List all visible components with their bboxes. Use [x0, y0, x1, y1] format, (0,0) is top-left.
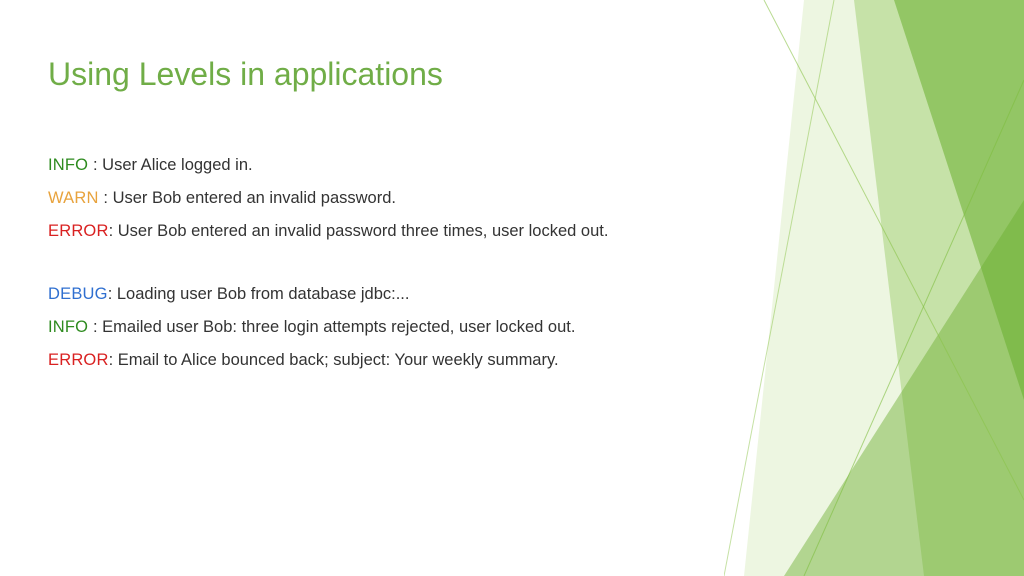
log-line: ERROR: Email to Alice bounced back; subj… — [48, 344, 964, 377]
log-line: DEBUG: Loading user Bob from database jd… — [48, 278, 964, 311]
slide-content: Using Levels in applications INFO : User… — [0, 0, 1024, 377]
log-level: WARN — [48, 189, 103, 207]
log-line: ERROR: User Bob entered an invalid passw… — [48, 215, 964, 248]
slide-title: Using Levels in applications — [48, 56, 964, 93]
log-message: Email to Alice bounced back; subject: Yo… — [118, 351, 559, 369]
log-level: INFO — [48, 318, 93, 336]
log-message: User Bob entered an invalid password. — [113, 189, 396, 207]
log-line: INFO : User Alice logged in. — [48, 149, 964, 182]
log-sep: : — [108, 285, 117, 303]
log-line: INFO : Emailed user Bob: three login att… — [48, 311, 964, 344]
log-line: WARN : User Bob entered an invalid passw… — [48, 182, 964, 215]
log-level: DEBUG — [48, 285, 108, 303]
log-message: Loading user Bob from database jdbc:... — [117, 285, 410, 303]
log-sep: : — [93, 318, 102, 336]
log-sep: : — [109, 351, 118, 369]
log-level: ERROR — [48, 351, 109, 369]
log-sep: : — [103, 189, 112, 207]
log-message: User Bob entered an invalid password thr… — [118, 222, 609, 240]
log-message: Emailed user Bob: three login attempts r… — [102, 318, 575, 336]
log-level: INFO — [48, 156, 93, 174]
log-message: User Alice logged in. — [102, 156, 252, 174]
log-sep: : — [93, 156, 102, 174]
log-sep: : — [109, 222, 118, 240]
log-block: INFO : User Alice logged in. WARN : User… — [48, 149, 964, 377]
log-level: ERROR — [48, 222, 109, 240]
log-group-spacer — [48, 248, 964, 278]
